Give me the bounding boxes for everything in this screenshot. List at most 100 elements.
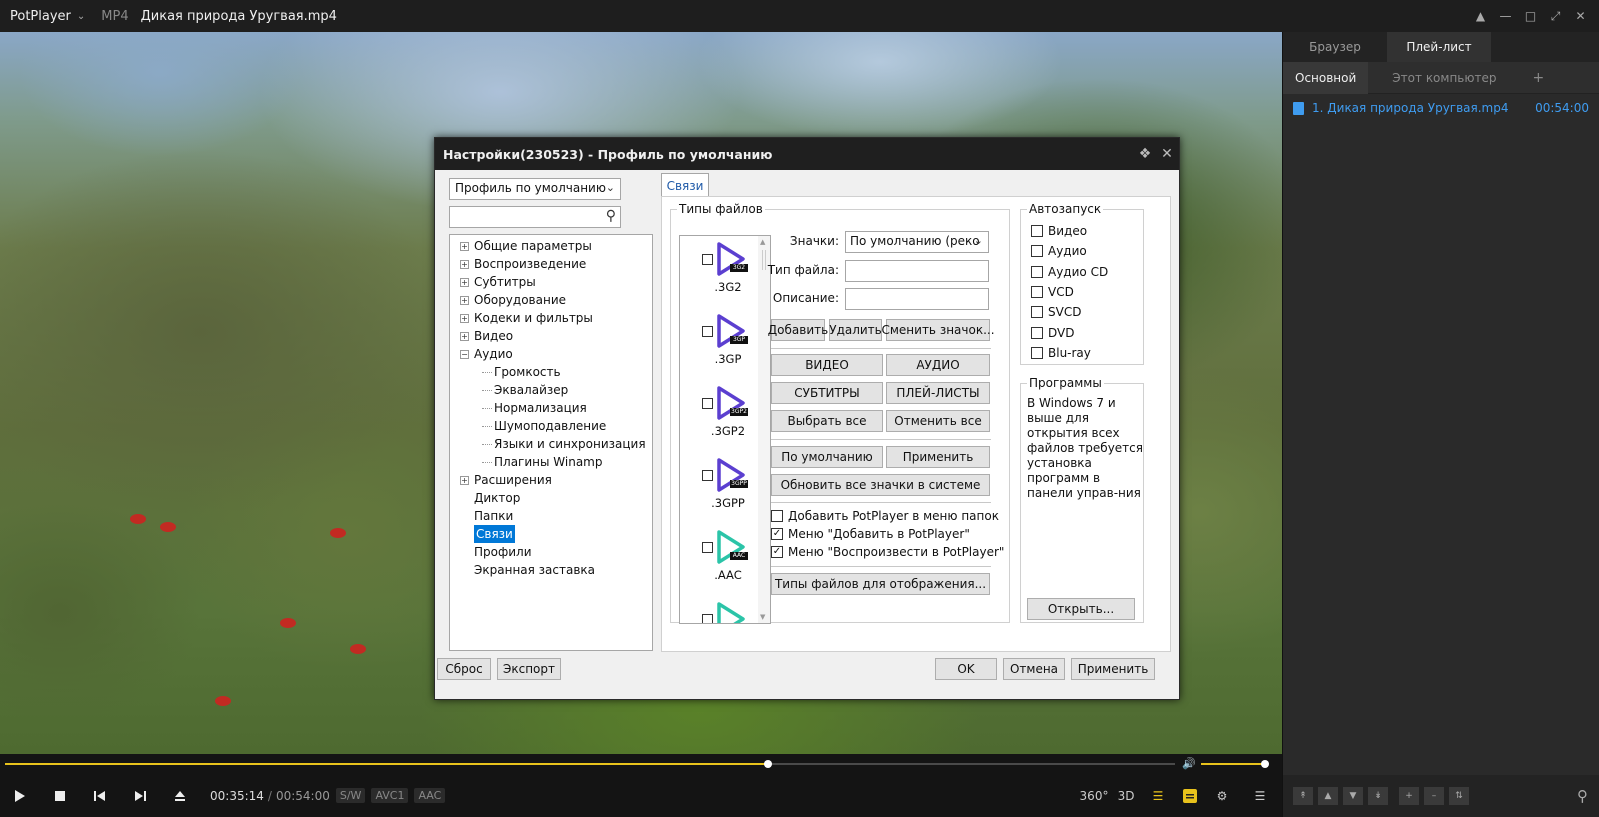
checkbox-box[interactable] bbox=[1031, 265, 1043, 278]
reset-button[interactable]: Сброс bbox=[437, 658, 491, 680]
settings-tree[interactable]: + Общие параметры + Воспроизведение + Субтитр… bbox=[449, 234, 653, 651]
tree-item[interactable]: + Кодеки и фильтры bbox=[450, 309, 652, 327]
move-bottom-icon[interactable]: ↡ bbox=[1368, 787, 1388, 805]
minimize-icon[interactable]: — bbox=[1495, 5, 1516, 27]
filetype-item[interactable]: AAC .AAC bbox=[680, 530, 758, 586]
checkbox-box[interactable] bbox=[771, 510, 783, 522]
total-time[interactable]: 00:54:00 bbox=[276, 789, 330, 803]
tree-item[interactable]: Экранная заставка bbox=[450, 561, 652, 579]
folder-menu-checkbox[interactable]: Добавить PotPlayer в меню папок bbox=[771, 509, 999, 523]
subtab-this-computer[interactable]: Этот компьютер bbox=[1368, 62, 1520, 94]
vr-360-button[interactable]: 360° bbox=[1078, 774, 1110, 817]
filetype-checkbox[interactable] bbox=[702, 326, 713, 337]
next-button[interactable] bbox=[120, 774, 160, 817]
tree-item[interactable]: Нормализация bbox=[450, 399, 652, 417]
tab-browser[interactable]: Браузер bbox=[1283, 32, 1387, 62]
tree-item[interactable]: Папки bbox=[450, 507, 652, 525]
stop-button[interactable] bbox=[40, 774, 80, 817]
export-button[interactable]: Экспорт bbox=[497, 658, 561, 680]
autorun-checkbox[interactable]: Видео bbox=[1031, 224, 1087, 238]
profile-select[interactable]: Профиль по умолчанию ⌄ bbox=[449, 178, 621, 200]
tree-item[interactable]: + Воспроизведение bbox=[450, 255, 652, 273]
filetype-list[interactable]: ▲ ▼ 3G2 .3G2 3GP .3GP 3GP2 .3GP2 3GPP .3GPP AAC.… bbox=[679, 235, 771, 624]
tab-playlist[interactable]: Плей-лист bbox=[1387, 32, 1491, 62]
tree-item[interactable]: Эквалайзер bbox=[450, 381, 652, 399]
tree-item[interactable]: Громкость bbox=[450, 363, 652, 381]
tree-item[interactable]: + Видео bbox=[450, 327, 652, 345]
audio-button[interactable]: АУДИО bbox=[886, 354, 990, 376]
checkbox-box[interactable]: ✓ bbox=[771, 546, 783, 558]
change-icon-button[interactable]: Сменить значок... bbox=[881, 319, 995, 341]
tree-item[interactable]: Связи bbox=[450, 525, 652, 543]
add-item-icon[interactable]: + bbox=[1399, 787, 1419, 805]
filetype-checkbox[interactable] bbox=[702, 542, 713, 553]
maximize-icon[interactable]: □ bbox=[1520, 5, 1541, 27]
checkbox-box[interactable] bbox=[1031, 245, 1043, 258]
speaker-icon[interactable]: 🔊 bbox=[1182, 757, 1196, 770]
menu-icon[interactable]: ☰ bbox=[1238, 774, 1282, 817]
autorun-checkbox[interactable]: Blu-ray bbox=[1031, 346, 1091, 360]
select-all-button[interactable]: Выбрать все bbox=[771, 410, 883, 432]
eject-button[interactable] bbox=[160, 774, 200, 817]
playlists-button[interactable]: ПЛЕЙ-ЛИСТЫ bbox=[886, 382, 990, 404]
checkbox-box[interactable]: ✓ bbox=[771, 528, 783, 540]
checkbox-box[interactable] bbox=[1031, 346, 1043, 359]
tree-item[interactable]: Шумоподавление bbox=[450, 417, 652, 435]
remove-item-icon[interactable]: – bbox=[1424, 787, 1444, 805]
filetype-checkbox[interactable] bbox=[702, 254, 713, 265]
filetype-item[interactable] bbox=[680, 602, 758, 623]
subtab-main[interactable]: Основной bbox=[1283, 61, 1369, 94]
ok-button[interactable]: OK bbox=[935, 658, 997, 680]
pin-icon[interactable]: ▲ bbox=[1470, 5, 1491, 27]
pin-icon[interactable]: ❖ bbox=[1135, 138, 1155, 170]
sort-icon[interactable]: ⇅ bbox=[1449, 787, 1469, 805]
expand-icon[interactable]: + bbox=[460, 260, 469, 269]
filetype-checkbox[interactable] bbox=[702, 470, 713, 481]
autorun-checkbox[interactable]: Аудио CD bbox=[1031, 265, 1108, 279]
filetype-input[interactable] bbox=[845, 260, 989, 282]
cancel-button[interactable]: Отмена bbox=[1003, 658, 1065, 680]
expand-icon[interactable]: + bbox=[460, 332, 469, 341]
icons-select[interactable]: По умолчанию (реко ⌄ bbox=[845, 231, 989, 253]
scroll-up-icon[interactable]: ▲ bbox=[760, 238, 765, 246]
apply-button[interactable]: Применить bbox=[1071, 658, 1155, 680]
expand-icon[interactable]: + bbox=[460, 296, 469, 305]
checkbox-box[interactable] bbox=[1031, 225, 1043, 237]
apply-associations-button[interactable]: Применить bbox=[886, 446, 990, 468]
filetype-checkbox[interactable] bbox=[702, 398, 713, 409]
default-button[interactable]: По умолчанию bbox=[771, 446, 883, 468]
expand-icon[interactable]: + bbox=[460, 278, 469, 287]
app-menu-button[interactable]: PotPlayer ⌄ bbox=[0, 9, 85, 24]
current-time[interactable]: 00:35:14 bbox=[210, 789, 264, 803]
audio-codec-tag[interactable]: AAC bbox=[414, 788, 446, 803]
3d-button[interactable]: 3D bbox=[1110, 774, 1142, 817]
expand-icon[interactable]: + bbox=[460, 314, 469, 323]
decoder-tag[interactable]: S/W bbox=[335, 788, 366, 803]
seek-handle[interactable] bbox=[763, 760, 772, 768]
collapse-icon[interactable]: − bbox=[460, 350, 469, 359]
checkbox-box[interactable] bbox=[1031, 285, 1043, 298]
move-down-icon[interactable]: ▼ bbox=[1343, 787, 1363, 805]
volume-handle[interactable] bbox=[1261, 760, 1269, 768]
tree-item[interactable]: + Субтитры bbox=[450, 273, 652, 291]
refresh-icons-button[interactable]: Обновить все значки в системе bbox=[771, 474, 990, 496]
tab-associations[interactable]: Связи bbox=[661, 173, 709, 197]
move-up-icon[interactable]: ▲ bbox=[1318, 787, 1338, 805]
tree-item[interactable]: Профили bbox=[450, 543, 652, 561]
search-icon[interactable]: ⚲ bbox=[1577, 787, 1588, 805]
filetype-item[interactable]: 3G2 .3G2 bbox=[680, 242, 758, 298]
checkbox-box[interactable] bbox=[1031, 306, 1043, 319]
search-icon[interactable]: ⚲ bbox=[606, 208, 616, 224]
tree-item[interactable]: + Оборудование bbox=[450, 291, 652, 309]
close-icon[interactable]: ✕ bbox=[1570, 5, 1591, 27]
autorun-checkbox[interactable]: VCD bbox=[1031, 285, 1074, 299]
settings-search-input[interactable]: ⚲ bbox=[449, 206, 621, 228]
tree-item[interactable]: + Расширения bbox=[450, 471, 652, 489]
autorun-checkbox[interactable]: Аудио bbox=[1031, 244, 1087, 258]
seek-bar[interactable] bbox=[5, 760, 1175, 768]
tree-item[interactable]: Языки и синхронизация bbox=[450, 435, 652, 453]
filetype-item[interactable]: 3GP2 .3GP2 bbox=[680, 386, 758, 442]
remove-button[interactable]: Удалить bbox=[829, 319, 882, 341]
play-menu-checkbox[interactable]: ✓ Меню "Воспроизвести в PotPlayer" bbox=[771, 545, 1004, 559]
previous-button[interactable] bbox=[80, 774, 120, 817]
